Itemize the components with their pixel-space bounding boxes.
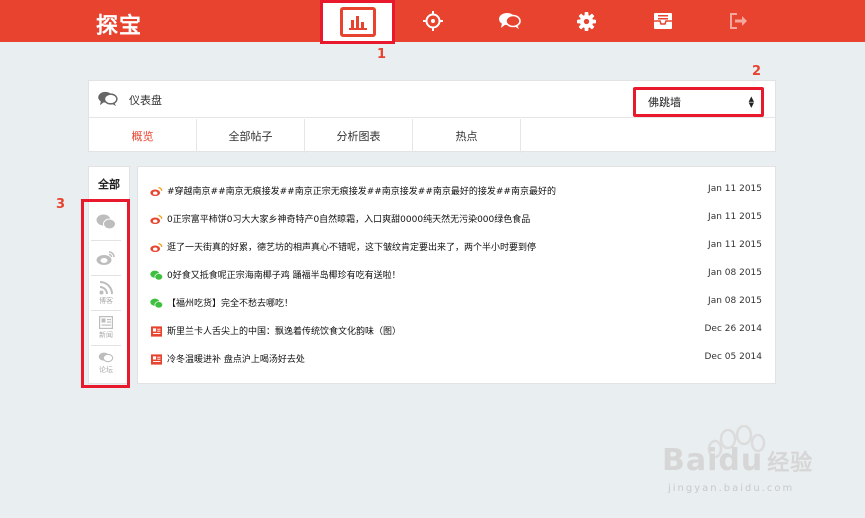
feed-row-text: 【福州吃货】完全不愁去哪吃！ [167, 299, 294, 309]
app-logo: 探宝 [96, 14, 143, 39]
nav-inbox-button[interactable] [633, 0, 693, 42]
weibo-icon [149, 212, 163, 226]
feed-list: #穿越南京##南京无痕接发##南京正宗无痕接发##南京接发##南京最好的接发##… [137, 166, 776, 384]
top-bar: 探宝 [0, 0, 865, 44]
feed-row-text: 冷冬温暖进补 盘点沪上喝汤好去处 [167, 355, 305, 365]
nav-logout-button[interactable] [709, 0, 769, 42]
crosshair-icon [423, 11, 443, 31]
feed-row-text: #穿越南京##南京无痕接发##南京正宗无痕接发##南京接发##南京最好的接发##… [167, 187, 556, 197]
feed-row-text: 0好食又抵食呢正宗海南椰子鸡 踊福半岛椰珍有吃有送啦！ [167, 271, 401, 281]
feed-row[interactable]: #穿越南京##南京无痕接发##南京正宗无痕接发##南京接发##南京最好的接发##… [138, 177, 775, 205]
dashboard-tabs: 概览 全部帖子 分析图表 热点 [89, 119, 521, 153]
watermark-brand-text: Baidu [662, 443, 764, 478]
sign-out-icon [730, 13, 747, 29]
feed-row-text: 斯里兰卡人舌尖上的中国：飘逸着传统饮食文化韵味（图） [167, 327, 402, 337]
keyword-select[interactable]: 佛跳墙 ▲ ▼ [633, 87, 764, 117]
annotation-number-3: 3 [56, 197, 66, 212]
dashboard-panel: 仪表盘 佛跳墙 ▲ ▼ 概览 全部帖子 分析图表 热点 [88, 80, 776, 153]
wechat-icon [149, 296, 163, 310]
feed-row-text: 0正宗富平柿饼0习大大家乡神奇特产0自然晾霜，入口爽甜0000纯天然无污染000… [167, 215, 531, 225]
feed-row-date: Jan 08 2015 [708, 296, 762, 306]
wechat-icon [149, 268, 163, 282]
feed-row-date: Jan 11 2015 [708, 184, 762, 194]
baidu-jingyan-watermark: Baidu 经验 jingyan.baidu.com [660, 425, 830, 505]
nav-settings-button[interactable] [556, 0, 616, 42]
nav-messages-button[interactable] [480, 0, 540, 42]
newspaper-icon [149, 352, 163, 366]
feed-row[interactable]: 逛了一天街真的好累，德艺坊的相声真心不错呢，这下皱纹肯定要出来了，两个半小时要到… [138, 233, 775, 261]
feed-row[interactable]: 斯里兰卡人舌尖上的中国：飘逸着传统饮食文化韵味（图） Dec 26 2014 [138, 317, 775, 345]
highlight-frame-3 [81, 199, 130, 388]
tab-overview[interactable]: 概览 [89, 119, 197, 153]
feed-row[interactable]: 冷冬温暖进补 盘点沪上喝汤好去处 Dec 05 2014 [138, 345, 775, 373]
chat-bubbles-icon [98, 91, 118, 107]
feed-row[interactable]: 0正宗富平柿饼0习大大家乡神奇特产0自然晾霜，入口爽甜0000纯天然无污染000… [138, 205, 775, 233]
feed-row-date: Jan 11 2015 [708, 212, 762, 222]
tab-hot-topics[interactable]: 热点 [413, 119, 521, 153]
feed-row-date: Dec 26 2014 [704, 324, 763, 334]
select-arrows-icon: ▲ ▼ [748, 95, 754, 109]
tab-analysis-charts[interactable]: 分析图表 [305, 119, 413, 153]
annotation-number-1: 1 [377, 47, 387, 62]
watermark-text: 经验 [767, 451, 814, 476]
highlight-frame-1 [320, 0, 395, 44]
feed-row-text: 逛了一天街真的好累，德艺坊的相声真心不错呢，这下皱纹肯定要出来了，两个半小时要到… [167, 243, 537, 253]
keyword-select-value: 佛跳墙 [648, 96, 681, 109]
panel-title: 仪表盘 [129, 94, 162, 107]
feed-row-date: Jan 11 2015 [708, 240, 762, 250]
feed-row[interactable]: 0好食又抵食呢正宗海南椰子鸡 踊福半岛椰珍有吃有送啦！ Jan 08 2015 [138, 261, 775, 289]
newspaper-icon [149, 324, 163, 338]
feed-row[interactable]: 【福州吃货】完全不愁去哪吃！ Jan 08 2015 [138, 289, 775, 317]
annotation-number-2: 2 [752, 64, 762, 79]
weibo-icon [149, 240, 163, 254]
weibo-icon [149, 184, 163, 198]
feed-row-date: Dec 05 2014 [704, 352, 763, 362]
tab-all-posts[interactable]: 全部帖子 [197, 119, 305, 153]
inbox-icon [654, 13, 672, 29]
watermark-brand: Baidu 经验 [662, 443, 813, 478]
watermark-url: jingyan.baidu.com [668, 483, 795, 494]
nav-target-button[interactable] [403, 0, 463, 42]
feed-row-date: Jan 08 2015 [708, 268, 762, 278]
gear-icon [576, 11, 596, 31]
filter-all[interactable]: 全部 [89, 167, 129, 201]
chat-bubbles-icon [499, 13, 521, 29]
panel-header: 仪表盘 佛跳墙 ▲ ▼ [89, 81, 775, 118]
